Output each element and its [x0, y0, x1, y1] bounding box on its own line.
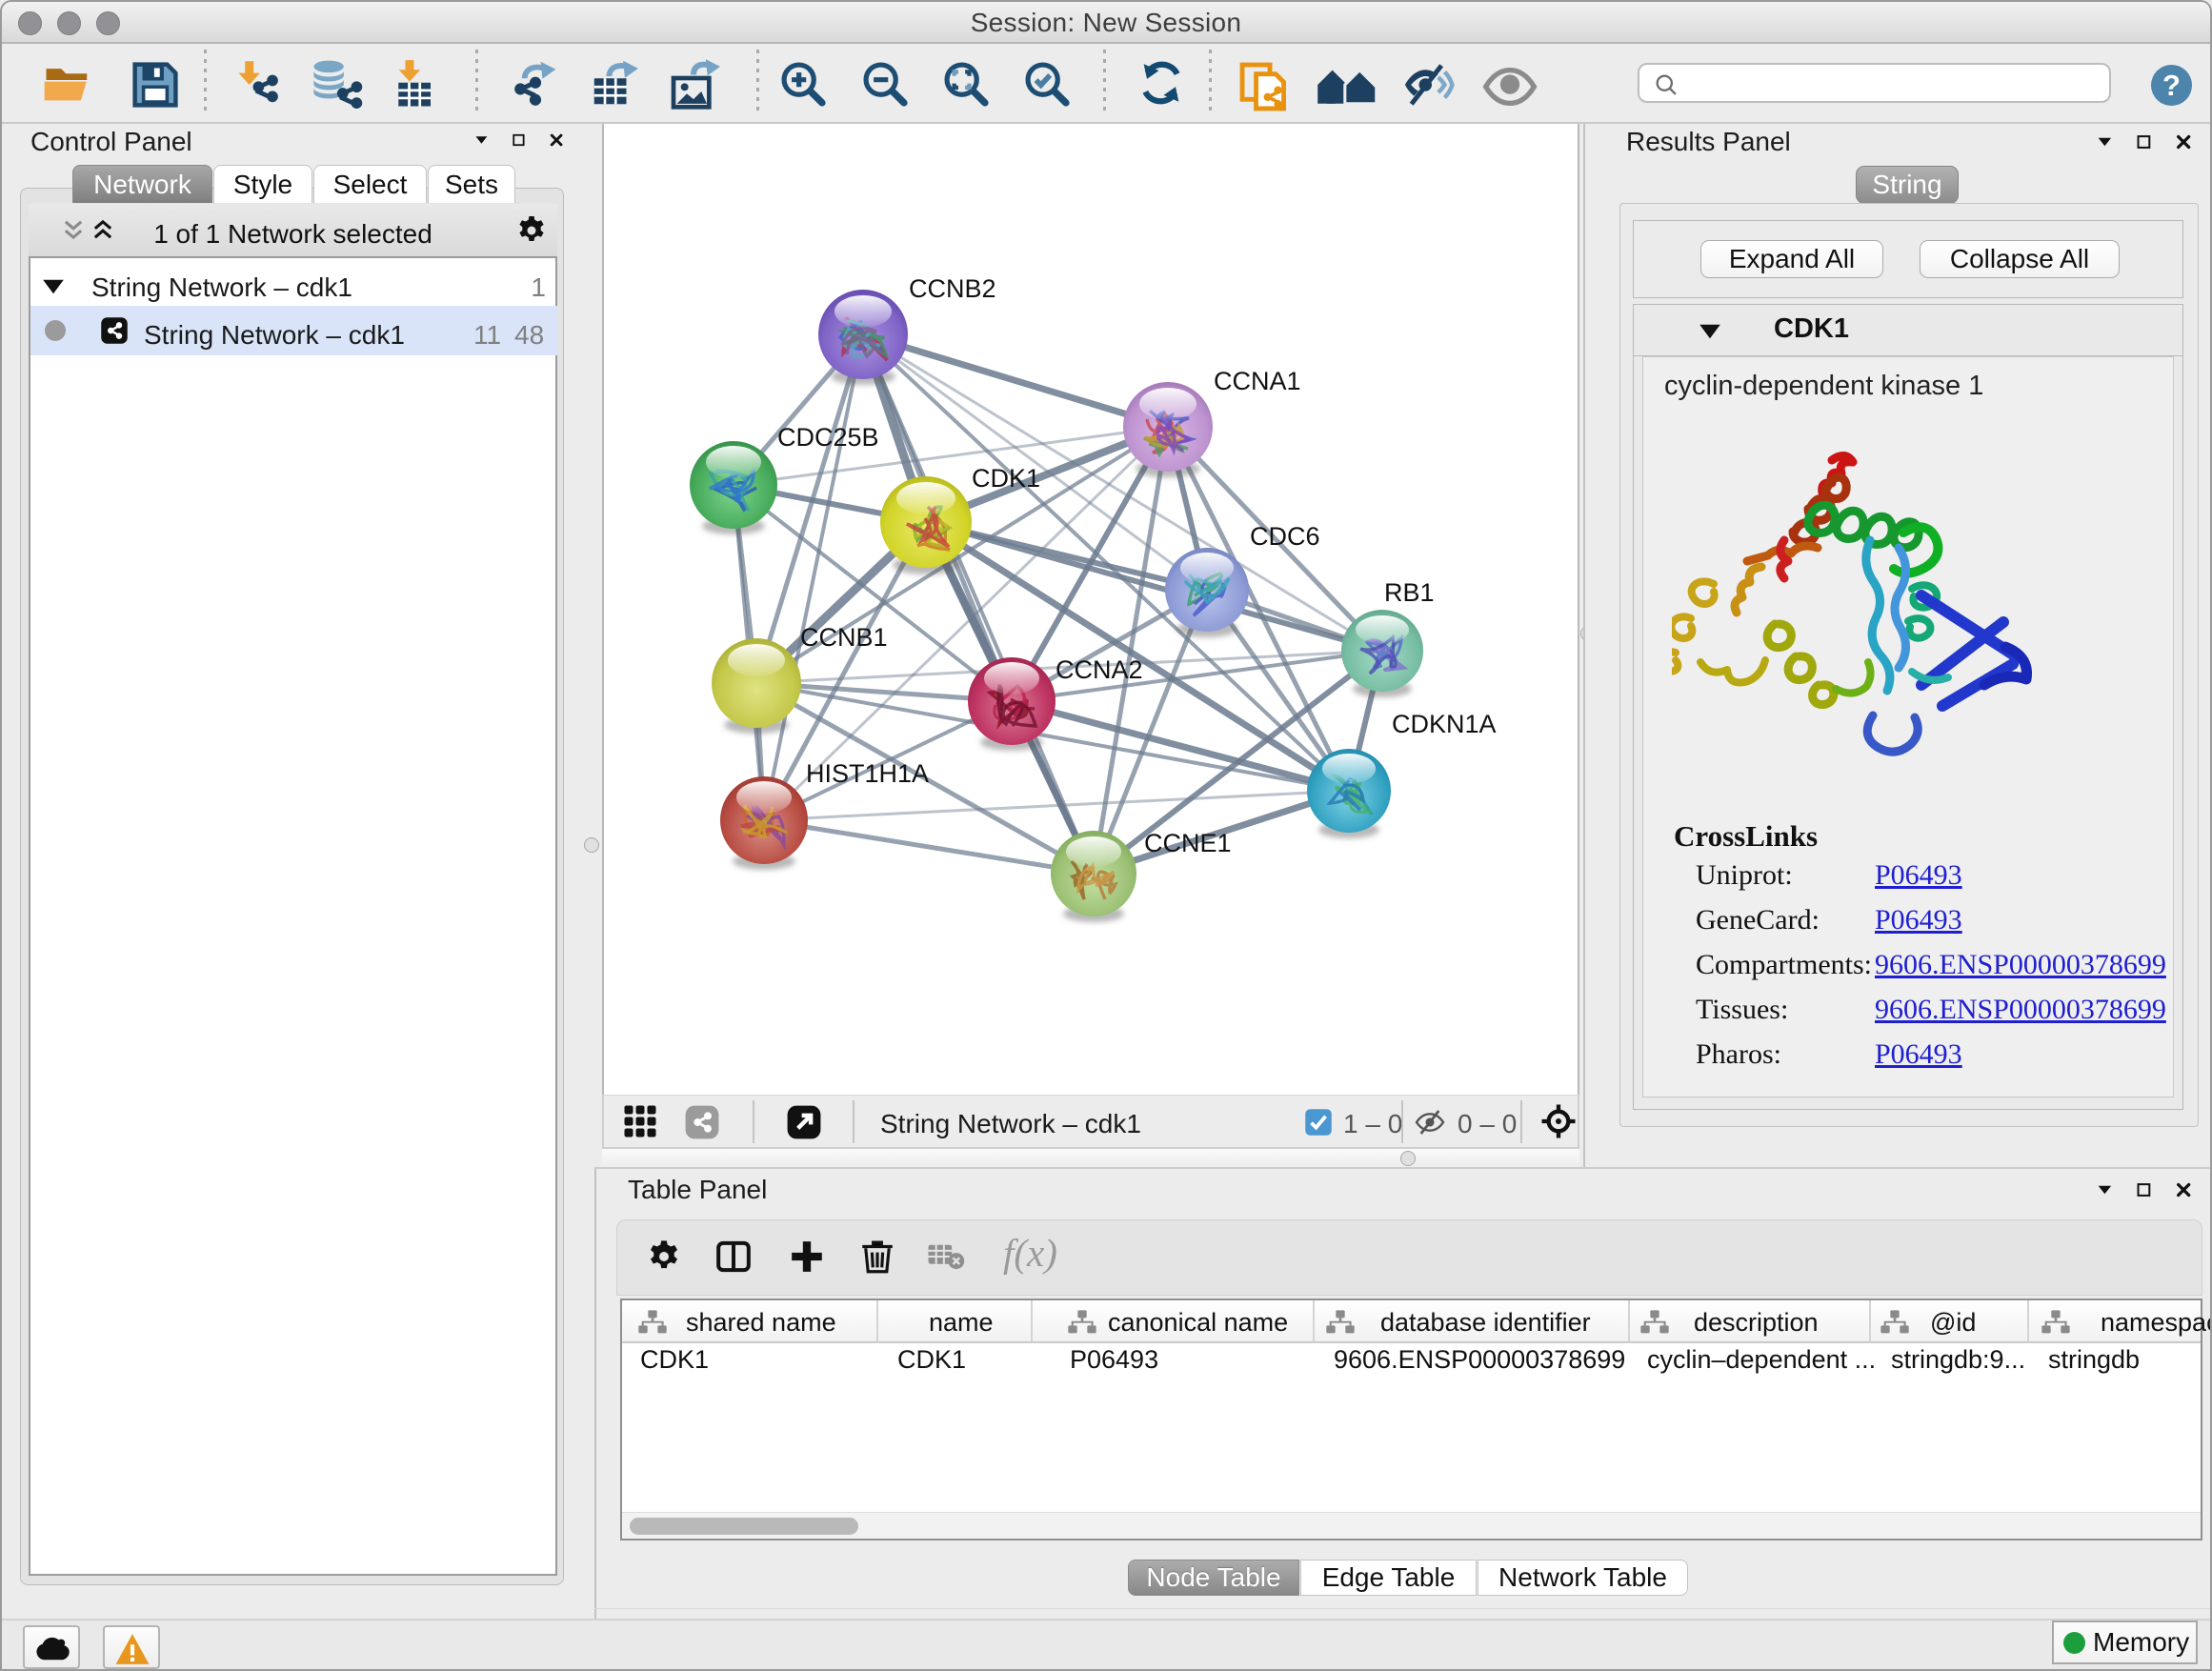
svg-text:CCNE1: CCNE1 [1144, 829, 1232, 857]
svg-text:RB1: RB1 [1384, 578, 1435, 607]
svg-text:CCNB2: CCNB2 [909, 274, 996, 303]
svg-text:CCNA1: CCNA1 [1214, 367, 1301, 395]
svg-text:CDC25B: CDC25B [777, 423, 879, 452]
svg-text:CDC6: CDC6 [1250, 522, 1320, 551]
svg-text:HIST1H1A: HIST1H1A [806, 759, 929, 788]
svg-text:CDK1: CDK1 [972, 464, 1040, 493]
svg-text:CDKN1A: CDKN1A [1392, 710, 1497, 738]
svg-text:CCNA2: CCNA2 [1056, 655, 1143, 684]
svg-text:CCNB1: CCNB1 [800, 623, 888, 652]
